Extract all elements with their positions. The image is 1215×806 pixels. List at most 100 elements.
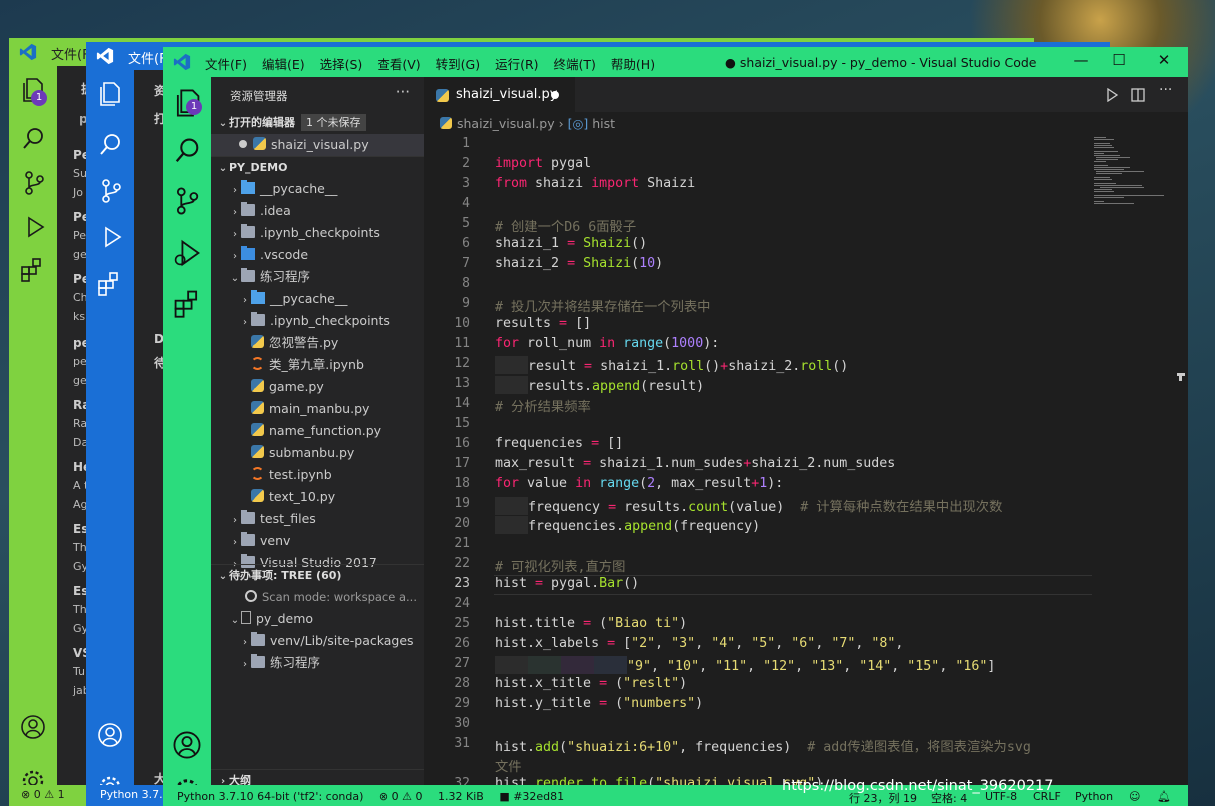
todo-item[interactable]: › venv/Lib/site-packages [211, 630, 424, 652]
code-line[interactable]: frequencies = [] [495, 436, 623, 451]
line-number: 6 [462, 236, 470, 251]
notifications-bell-icon[interactable]: 🔔︎ [1157, 790, 1171, 803]
tree-item[interactable]: name_function.py [211, 420, 424, 442]
tree-item[interactable]: › venv [211, 530, 424, 552]
maximize-button[interactable]: ☐ [1109, 51, 1129, 69]
project-section[interactable]: ⌄ PY_DEMO [211, 156, 424, 178]
tree-item[interactable]: ⌄ 练习程序 [211, 266, 424, 288]
search-icon[interactable] [171, 135, 203, 167]
code-line[interactable]: results = [] [495, 316, 591, 331]
code-line[interactable]: hist.x_title = ("reslt") [495, 676, 687, 691]
more-actions-button[interactable]: ··· [1159, 82, 1172, 98]
code-line[interactable]: # 分析结果频率 [495, 396, 591, 415]
account-icon[interactable] [20, 714, 46, 740]
code-line[interactable]: shaizi_2 = Shaizi(10) [495, 256, 663, 271]
todo-item[interactable]: › 练习程序 [211, 652, 424, 674]
more-actions-button[interactable]: ··· [396, 83, 410, 101]
code-line[interactable]: hist.x_labels = ["2", "3", "4", "5", "6"… [495, 636, 903, 651]
open-editors-section[interactable]: ⌄ 打开的编辑器 1 个未保存 [211, 112, 424, 134]
menu-view[interactable]: 查看(V) [377, 54, 420, 73]
tree-item[interactable]: › test_files [211, 508, 424, 530]
feedback-icon[interactable]: ☺ [1129, 790, 1140, 803]
search-icon[interactable] [98, 132, 124, 158]
extensions-icon[interactable] [171, 287, 203, 319]
code-line[interactable]: 文件 [495, 756, 522, 775]
run-debug-icon[interactable] [21, 214, 47, 240]
menu-run[interactable]: 运行(R) [495, 54, 538, 73]
account-icon[interactable] [97, 722, 123, 748]
menu-selection[interactable]: 选择(S) [320, 54, 363, 73]
todo-item-label: py_demo [256, 611, 314, 626]
menu-file[interactable]: 文件(F [128, 48, 167, 67]
code-line[interactable]: # 创建一个D6 6面骰子 [495, 216, 636, 235]
code-line[interactable]: max_result = shaizi_1.num_sudes+shaizi_2… [495, 456, 895, 471]
source-control-icon[interactable] [98, 178, 124, 204]
code-line[interactable]: results.append(result) [495, 376, 704, 394]
open-editor-item[interactable]: shaizi_visual.py [211, 134, 424, 156]
code-line[interactable]: from shaizi import Shaizi [495, 176, 695, 191]
tree-item[interactable]: text_10.py [211, 486, 424, 508]
unsaved-dot-icon[interactable] [551, 91, 559, 99]
code-line[interactable]: shaizi_1 = Shaizi() [495, 236, 647, 251]
problems-status[interactable]: ⊗ 0 ⚠ 1 [21, 788, 65, 801]
tree-item[interactable]: submanbu.py [211, 442, 424, 464]
close-button[interactable]: ✕ [1154, 51, 1174, 69]
explorer-icon[interactable] [96, 80, 124, 108]
code-line[interactable]: hist.y_title = ("numbers") [495, 696, 703, 711]
tree-item[interactable]: 忽视警告.py [211, 332, 424, 354]
todo-tree-section[interactable]: ⌄ 待办事项: TREE (60) [211, 564, 424, 586]
menu-help[interactable]: 帮助(H) [611, 54, 655, 73]
tab-shaizi-visual[interactable]: shaizi_visual.py [424, 77, 575, 112]
scan-mode-item[interactable]: Scan mode: workspace a... [211, 586, 424, 608]
code-line[interactable]: hist.title = ("Biao ti") [495, 616, 687, 631]
menu-edit[interactable]: 编辑(E) [262, 54, 305, 73]
code-line[interactable]: # 可视化列表,直方图 [495, 556, 625, 575]
extensions-icon[interactable] [96, 270, 124, 298]
code-line[interactable]: hist = pygal.Bar() [495, 576, 639, 591]
code-line[interactable]: import pygal [495, 156, 591, 171]
code-line[interactable]: for value in range(2, max_result+1): [495, 476, 783, 491]
outline-section[interactable]: › 大纲 [211, 769, 424, 785]
line-number: 29 [454, 696, 470, 711]
problems-status[interactable]: ⊗ 0 ⚠ 0 [379, 790, 423, 803]
menu-go[interactable]: 转到(G) [436, 54, 480, 73]
breadcrumb-symbol[interactable]: hist [592, 116, 615, 131]
source-control-icon[interactable] [21, 170, 47, 196]
python-interpreter[interactable]: Python 3.7.0 [100, 788, 170, 801]
vertical-scrollbar[interactable] [1172, 135, 1186, 785]
code-line[interactable]: "9", "10", "11", "12", "13", "14", "15",… [495, 656, 995, 674]
run-debug-icon[interactable] [171, 237, 203, 269]
tree-item[interactable]: main_manbu.py [211, 398, 424, 420]
python-interpreter[interactable]: Python 3.7.10 64-bit ('tf2': conda) [177, 790, 363, 803]
tree-item[interactable]: game.py [211, 376, 424, 398]
breadcrumb-file[interactable]: shaizi_visual.py [457, 116, 555, 131]
tree-item[interactable]: › __pycache__ [211, 288, 424, 310]
tree-item[interactable]: › .vscode [211, 244, 424, 266]
menu-file[interactable]: 文件(F) [205, 54, 247, 73]
color-indicator[interactable]: ■ #32ed81 [499, 790, 564, 803]
account-icon[interactable] [171, 729, 203, 761]
code-line[interactable]: frequency = results.count(value) # 计算每种点… [495, 496, 1002, 515]
tree-item[interactable]: › .ipynb_checkpoints [211, 222, 424, 244]
run-debug-icon[interactable] [98, 224, 124, 250]
tree-item[interactable]: test.ipynb [211, 464, 424, 486]
code-line[interactable]: for roll_num in range(1000): [495, 336, 719, 351]
code-line[interactable]: # 投几次并将结果存储在一个列表中 [495, 296, 710, 315]
tree-item[interactable]: 类_第九章.ipynb [211, 354, 424, 376]
menu-terminal[interactable]: 终端(T) [554, 54, 596, 73]
todo-item[interactable]: ⌄ py_demo [211, 608, 424, 630]
search-icon[interactable] [21, 126, 47, 152]
tree-item[interactable]: › __pycache__ [211, 178, 424, 200]
code-line[interactable]: frequencies.append(frequency) [495, 516, 760, 534]
split-editor-icon[interactable] [1131, 88, 1145, 102]
minimize-button[interactable]: — [1071, 51, 1091, 69]
source-control-icon[interactable] [171, 185, 203, 217]
code-line[interactable]: result = shaizi_1.roll()+shaizi_2.roll() [495, 356, 848, 374]
tree-item[interactable]: › .idea [211, 200, 424, 222]
language-mode[interactable]: Python [1075, 790, 1113, 803]
tree-item[interactable]: › .ipynb_checkpoints [211, 310, 424, 332]
extensions-icon[interactable] [19, 256, 47, 284]
run-file-icon[interactable] [1105, 88, 1119, 102]
minimap[interactable] [1092, 135, 1172, 245]
code-line[interactable]: hist.add("shuaizi:6+10", frequencies) # … [495, 736, 1031, 755]
